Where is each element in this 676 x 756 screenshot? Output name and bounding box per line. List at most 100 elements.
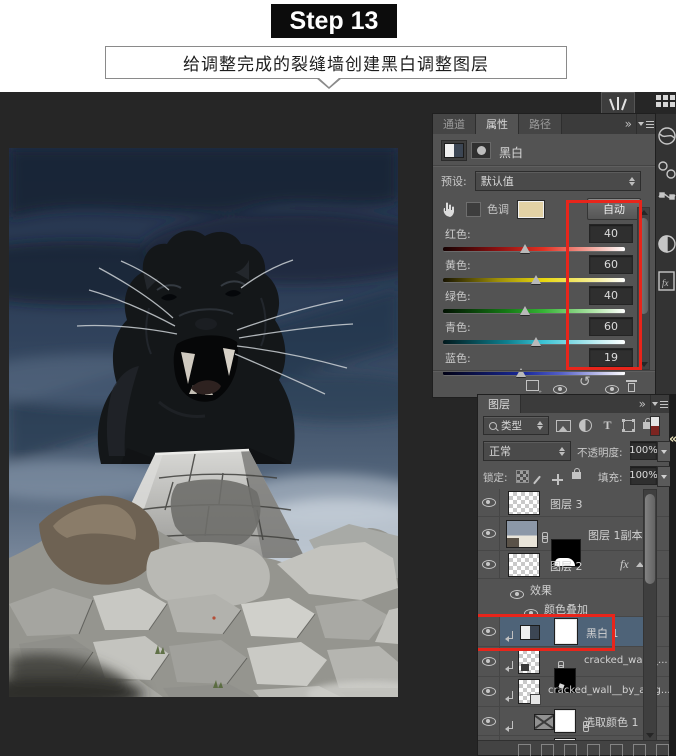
fill-value[interactable]: 100%: [630, 466, 657, 485]
targeted-adjustment-hand-icon[interactable]: [441, 200, 458, 218]
layer-row[interactable]: 图层 2 fx: [478, 551, 669, 579]
reset-button[interactable]: ↺: [579, 374, 591, 390]
yellow-slider-thumb[interactable]: [531, 275, 541, 284]
selective-color-icon[interactable]: [534, 714, 554, 730]
filter-kind-dropdown[interactable]: 类型: [483, 416, 549, 435]
cyan-slider-thumb[interactable]: [531, 337, 541, 346]
visibility-toggle[interactable]: [478, 489, 500, 516]
visibility-toggle[interactable]: [478, 647, 500, 676]
step-subtitle-text: 给调整完成的裂缝墙创建黑白调整图层: [183, 50, 489, 75]
layer-name[interactable]: 图层 3: [550, 496, 583, 512]
clip-to-layer-button[interactable]: ˿: [526, 376, 542, 395]
fx-badge: fx: [620, 557, 629, 572]
layer-row[interactable]: 图层 3: [478, 489, 669, 517]
stepper-icon: [629, 177, 635, 186]
layers-menu-icon[interactable]: [650, 395, 669, 413]
properties-bottom-bar: ˿ ↺: [433, 370, 655, 397]
selected-layer-highlight: [478, 614, 615, 651]
layer-list: 图层 3 图层 1副本 2: [478, 489, 669, 755]
panther-statue-photo: [9, 148, 398, 697]
blend-mode-dropdown[interactable]: 正常: [483, 441, 571, 461]
visibility-toggle[interactable]: [478, 707, 500, 735]
filter-image-layers-button[interactable]: [554, 417, 573, 434]
layer-thumbnail[interactable]: [508, 491, 540, 515]
tint-color-swatch[interactable]: [517, 200, 545, 219]
smart-object-thumbnail[interactable]: [518, 679, 540, 704]
delete-adjustment-button[interactable]: [626, 376, 637, 395]
lock-pixels-button[interactable]: [536, 470, 538, 489]
effects-row[interactable]: 效果: [478, 579, 669, 598]
visibility-toggle[interactable]: [478, 677, 500, 706]
layer-name[interactable]: 图层 2: [550, 558, 583, 574]
mask-link-icon[interactable]: [542, 532, 548, 543]
step-title: Step 13: [271, 4, 397, 38]
link-layers-icon[interactable]: [518, 744, 531, 756]
adjustment-title: 黑白: [499, 144, 523, 161]
eye-icon: [482, 687, 496, 696]
lock-all-button[interactable]: [572, 464, 581, 483]
opacity-dropdown-arrow[interactable]: [657, 441, 671, 462]
clipping-mask-arrow-icon: [505, 691, 514, 702]
layer-thumbnail[interactable]: [518, 649, 540, 674]
new-group-icon[interactable]: [610, 744, 623, 756]
tab-layers[interactable]: 图层: [478, 395, 521, 413]
layer-row[interactable]: cracked_wall__by_adig...: [478, 677, 669, 707]
layer-name[interactable]: 选取颜色 1: [584, 714, 639, 730]
layer-thumbnail[interactable]: [506, 520, 538, 548]
blend-mode-row: 正常 不透明度: 100%: [478, 439, 669, 463]
lock-icon: [572, 472, 581, 479]
layer-row[interactable]: cracked_wall__...: [478, 647, 669, 677]
lock-position-button[interactable]: [552, 470, 563, 489]
layer-thumbnail[interactable]: [508, 553, 540, 577]
red-slider-thumb[interactable]: [520, 244, 530, 253]
svg-text:fx: fx: [662, 278, 669, 288]
fill-dropdown-arrow[interactable]: [657, 466, 671, 487]
lock-label: 锁定:: [483, 470, 508, 485]
add-mask-icon[interactable]: [564, 744, 577, 756]
filter-toggle-switch[interactable]: [650, 416, 660, 436]
layer-row[interactable]: 选取颜色 1: [478, 707, 669, 736]
scroll-down-icon[interactable]: [646, 733, 654, 738]
tab-channels[interactable]: 通道: [433, 114, 476, 134]
layer-row[interactable]: 图层 1副本 2: [478, 517, 669, 551]
opacity-value[interactable]: 100%: [630, 441, 657, 460]
lock-transparency-button[interactable]: [516, 468, 529, 487]
swatches-grid-icon: [656, 95, 675, 107]
eye-icon: [482, 657, 496, 666]
layer-style-icon[interactable]: [541, 744, 554, 756]
visibility-toggle[interactable]: [478, 517, 500, 550]
delete-layer-icon[interactable]: [656, 744, 669, 756]
fan-brush-icon: [607, 96, 629, 111]
filter-adjustment-layers-button[interactable]: [576, 417, 595, 434]
properties-tabbar: 通道 属性 路径 »: [433, 114, 655, 134]
shape-layer-icon: [623, 420, 635, 432]
panel-dock[interactable]: fx: [656, 92, 676, 394]
properties-panel: 通道 属性 路径 » 黑白 预设: 默认值: [432, 113, 656, 398]
photoshop-workspace: fx 通道 属性 路径 » 黑白 预设: 默认值: [0, 92, 676, 756]
dock-collapse-strip[interactable]: «: [670, 394, 676, 756]
panel-menu-icon[interactable]: [636, 114, 655, 134]
smart-object-badge-icon: [530, 694, 541, 705]
filter-text-layers-button[interactable]: T: [598, 417, 617, 434]
new-adjustment-icon[interactable]: [587, 744, 600, 756]
layers-scrollbar[interactable]: [643, 489, 657, 741]
tint-checkbox[interactable]: [466, 202, 481, 217]
collapse-panel-icon[interactable]: »: [635, 395, 650, 413]
canvas-image: [9, 148, 398, 697]
clip-mask-icon: [471, 142, 491, 159]
new-layer-icon[interactable]: [633, 744, 646, 756]
filter-shape-layers-button[interactable]: [619, 417, 638, 434]
visibility-toggle[interactable]: [478, 551, 500, 578]
preset-dropdown[interactable]: 默认值: [475, 171, 641, 191]
layers-bottom-toolbar[interactable]: [478, 740, 669, 755]
tab-properties[interactable]: 属性: [476, 114, 519, 134]
workspace-tool-button[interactable]: [601, 92, 635, 114]
image-layer-icon: [556, 420, 571, 432]
eye-icon: [482, 529, 496, 538]
eye-icon: [482, 717, 496, 726]
green-slider-thumb[interactable]: [520, 306, 530, 315]
tab-paths[interactable]: 路径: [519, 114, 562, 134]
layer-mask-thumbnail[interactable]: [554, 709, 576, 733]
scroll-thumb[interactable]: [645, 494, 655, 584]
collapse-panel-icon[interactable]: »: [621, 114, 636, 134]
